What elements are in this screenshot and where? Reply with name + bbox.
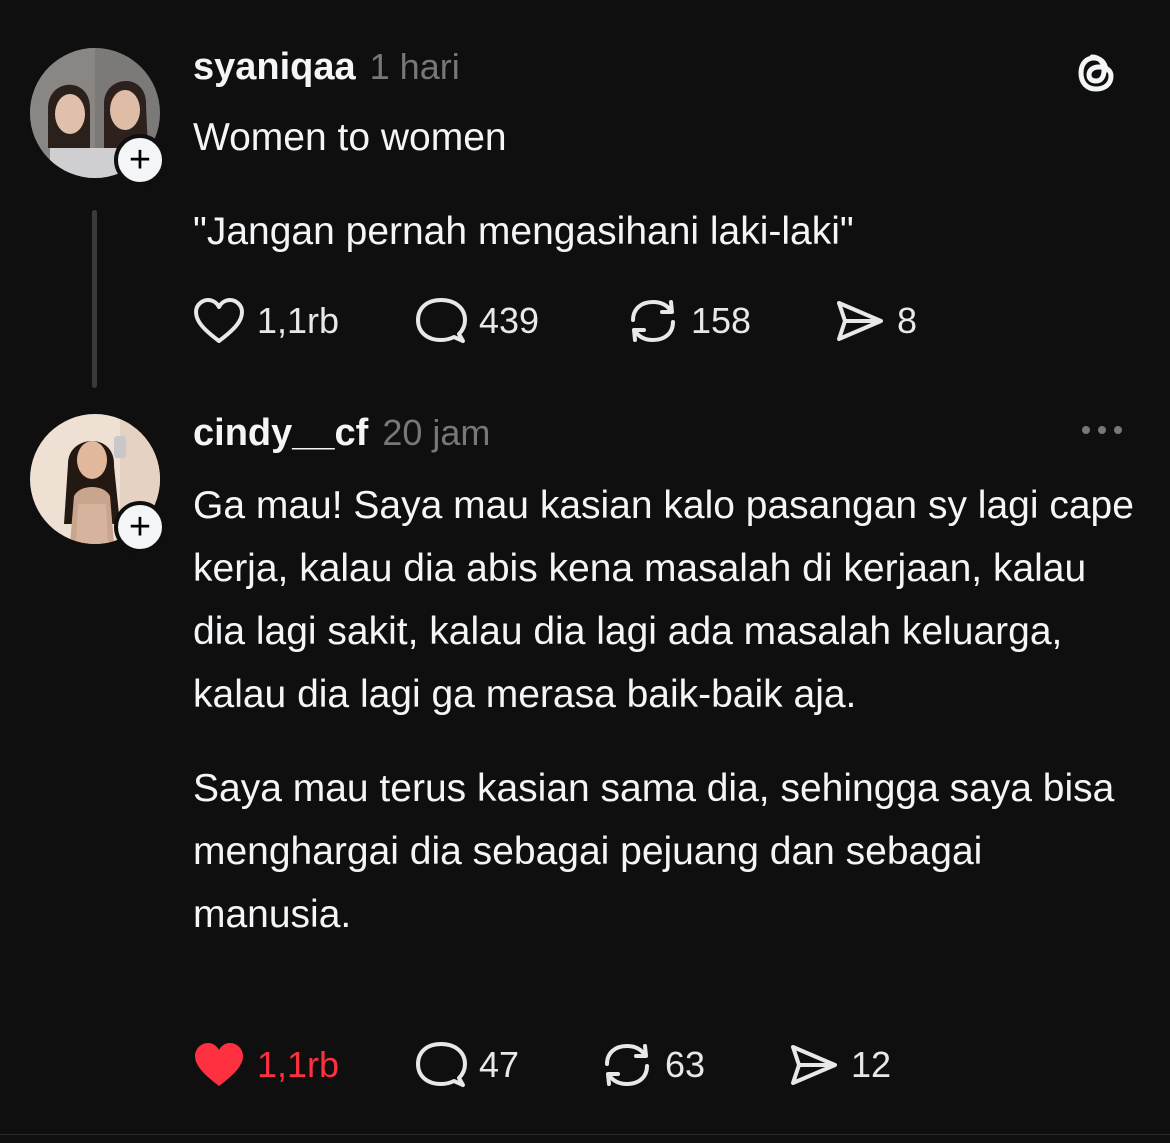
follow-plus-icon[interactable]: + xyxy=(114,134,166,186)
speech-bubble-icon xyxy=(416,298,467,343)
repost-count: 158 xyxy=(691,300,752,341)
reply-button[interactable]: 439 xyxy=(415,296,539,346)
post-paragraph: Ga mau! Saya mau kasian kalo pasangan sy… xyxy=(193,484,1134,716)
reply-count: 439 xyxy=(479,300,540,341)
timestamp: 20 jam xyxy=(382,412,491,453)
more-options-icon[interactable] xyxy=(1082,426,1122,434)
repost-button[interactable]: 158 xyxy=(627,296,751,346)
post-body: Women to women "Jangan pernah mengasihan… xyxy=(193,106,1138,263)
speech-bubble-icon xyxy=(416,1042,467,1087)
reply-button[interactable]: 47 xyxy=(415,1040,519,1090)
thread-connector-line xyxy=(92,210,97,388)
reply-count: 47 xyxy=(479,1044,520,1085)
post-paragraph: Saya mau terus kasian sama dia, sehingga… xyxy=(193,767,1115,936)
share-count: 8 xyxy=(897,300,918,341)
post-paragraph: Women to women xyxy=(193,116,507,159)
post-paragraph: "Jangan pernah mengasihani laki-laki" xyxy=(193,210,854,253)
share-button[interactable]: 12 xyxy=(787,1040,891,1090)
share-button[interactable]: 8 xyxy=(833,296,917,346)
like-button[interactable]: 1,1rb xyxy=(193,1040,339,1090)
like-count: 1,1rb xyxy=(257,300,340,341)
heart-filled-icon xyxy=(195,1043,243,1086)
repost-icon xyxy=(605,1043,649,1087)
post-header: syaniqaa 1 hari xyxy=(193,46,460,89)
repost-icon xyxy=(631,299,675,343)
threads-logo-icon[interactable] xyxy=(1072,48,1120,103)
post-header: cindy__cf 20 jam xyxy=(193,412,490,455)
like-button[interactable]: 1,1rb xyxy=(193,296,339,346)
divider xyxy=(0,1134,1170,1135)
send-icon xyxy=(837,301,883,341)
timestamp: 1 hari xyxy=(369,46,460,87)
repost-button[interactable]: 63 xyxy=(601,1040,705,1090)
repost-count: 63 xyxy=(665,1044,706,1085)
send-icon xyxy=(791,1045,837,1085)
follow-plus-icon[interactable]: + xyxy=(114,501,166,553)
username[interactable]: cindy__cf xyxy=(193,412,368,455)
heart-outline-icon xyxy=(194,298,244,343)
share-count: 12 xyxy=(851,1044,892,1085)
post-body: Ga mau! Saya mau kasian kalo pasangan sy… xyxy=(193,474,1138,946)
like-count: 1,1rb xyxy=(257,1044,340,1085)
username[interactable]: syaniqaa xyxy=(193,46,356,89)
